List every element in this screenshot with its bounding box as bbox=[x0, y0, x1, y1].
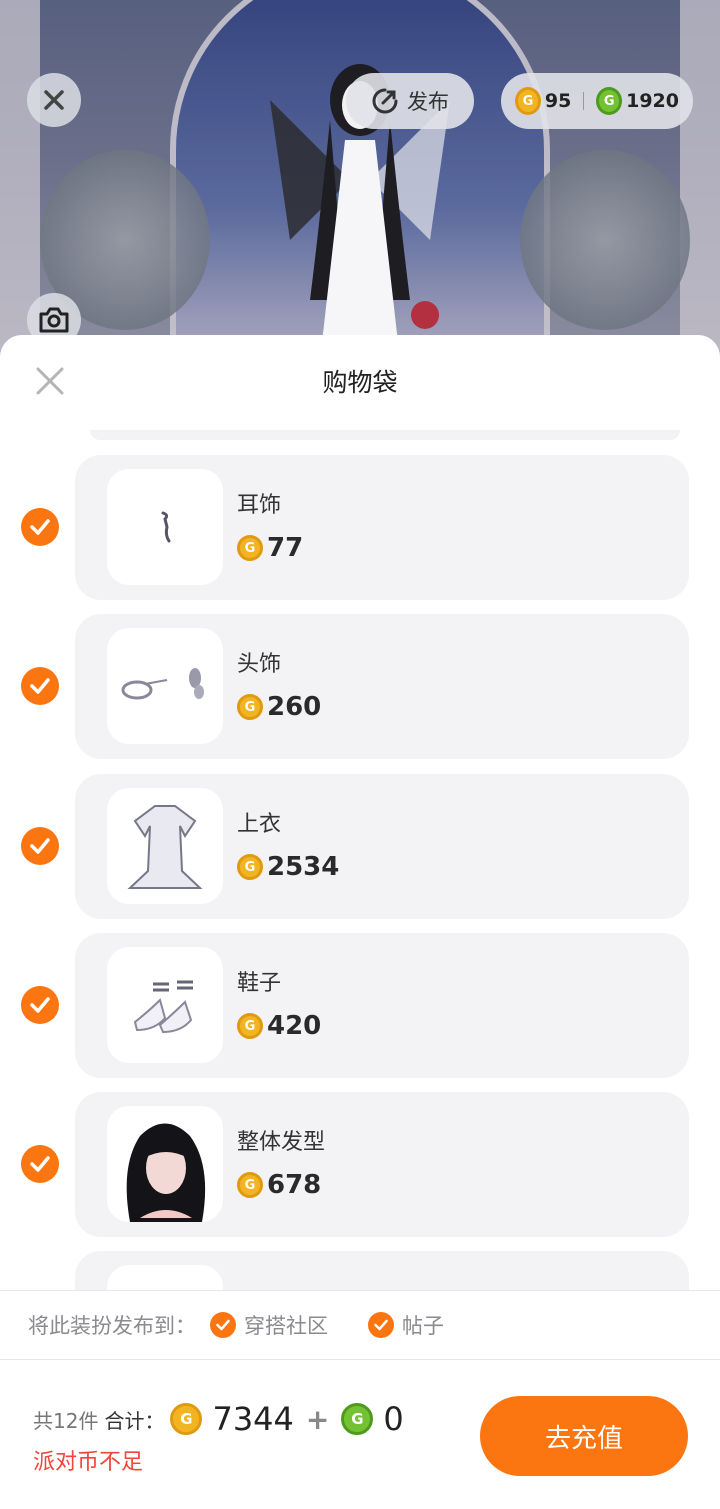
check-icon bbox=[30, 519, 50, 535]
item-price: G 420 bbox=[237, 1011, 321, 1041]
list-item: 上衣 G 2534 bbox=[0, 774, 720, 919]
item-price-value: 260 bbox=[267, 692, 322, 722]
item-thumbnail-hairstyle bbox=[107, 1106, 223, 1222]
item-price-value: 77 bbox=[267, 533, 304, 563]
green-balance: 1920 bbox=[626, 90, 679, 112]
check-icon bbox=[30, 997, 50, 1013]
item-name: 上衣 bbox=[237, 812, 282, 837]
list-item-partial bbox=[0, 1251, 720, 1290]
item-thumbnail-earring bbox=[107, 469, 223, 585]
item-checkbox[interactable] bbox=[21, 1145, 59, 1183]
item-count: 共12件 bbox=[33, 1408, 99, 1433]
sheet-title: 购物袋 bbox=[322, 368, 398, 397]
green-total: 0 bbox=[383, 1400, 404, 1438]
item-checkbox[interactable] bbox=[21, 508, 59, 546]
gold-coin-icon: G bbox=[237, 694, 263, 720]
order-summary: 共12件 合计： G 7344 + G 0 bbox=[33, 1400, 404, 1438]
item-price: G 678 bbox=[237, 1170, 321, 1200]
shopping-bag-sheet: 购物袋 耳饰 G 77 头饰 G 260 上衣 G 2534 鞋子 G 420 … bbox=[0, 335, 720, 1509]
item-thumbnail bbox=[107, 1265, 223, 1290]
publish-option-label: 帖子 bbox=[402, 1314, 444, 1338]
checkout-footer: 共12件 合计： G 7344 + G 0 派对币不足 去充值 bbox=[0, 1360, 720, 1509]
check-icon bbox=[368, 1312, 394, 1338]
item-card[interactable]: 整体发型 G 678 bbox=[75, 1092, 689, 1237]
item-name: 鞋子 bbox=[237, 971, 282, 996]
item-card[interactable]: 耳饰 G 77 bbox=[75, 455, 689, 600]
check-icon bbox=[30, 838, 50, 854]
publish-option-label: 穿搭社区 bbox=[244, 1314, 328, 1338]
avatar-scene: 发布 G 95 G 1920 bbox=[0, 0, 720, 360]
gold-balance: 95 bbox=[544, 90, 572, 112]
gold-coin-icon: G bbox=[237, 535, 263, 561]
gold-coin-icon: G bbox=[170, 1403, 203, 1435]
item-card bbox=[75, 1251, 689, 1290]
list-item: 整体发型 G 678 bbox=[0, 1092, 720, 1237]
check-icon bbox=[210, 1312, 236, 1338]
item-checkbox[interactable] bbox=[21, 827, 59, 865]
item-card[interactable]: 头饰 G 260 bbox=[75, 614, 689, 759]
gold-coin-icon: G bbox=[237, 854, 263, 880]
item-thumbnail-headpiece bbox=[107, 628, 223, 744]
item-checkbox[interactable] bbox=[21, 986, 59, 1024]
insufficient-funds-warning: 派对币不足 bbox=[33, 1450, 144, 1475]
currency-divider bbox=[583, 92, 585, 110]
item-price: G 77 bbox=[237, 533, 303, 563]
item-price-value: 2534 bbox=[267, 852, 340, 882]
item-name: 耳饰 bbox=[237, 493, 282, 518]
check-icon bbox=[30, 678, 50, 694]
scene-flowers-right bbox=[520, 150, 690, 330]
publish-button[interactable]: 发布 bbox=[346, 73, 474, 129]
publish-option-community[interactable]: 穿搭社区 bbox=[210, 1310, 328, 1340]
publish-label: 发布 bbox=[407, 90, 449, 114]
gold-coin-icon: G bbox=[237, 1013, 263, 1039]
item-thumbnail-top bbox=[107, 788, 223, 904]
gold-coin-icon: G bbox=[515, 87, 541, 115]
list-item: 鞋子 G 420 bbox=[0, 933, 720, 1078]
currency-balance[interactable]: G 95 G 1920 bbox=[501, 73, 693, 129]
check-icon bbox=[30, 1156, 50, 1172]
plus-sign: + bbox=[305, 1402, 330, 1436]
item-thumbnail-shoes bbox=[107, 947, 223, 1063]
publish-option-post[interactable]: 帖子 bbox=[368, 1310, 444, 1340]
list-item-partial bbox=[90, 430, 680, 440]
item-price-value: 420 bbox=[267, 1011, 322, 1041]
item-name: 整体发型 bbox=[237, 1130, 326, 1155]
recharge-button[interactable]: 去充值 bbox=[480, 1396, 688, 1476]
publish-targets-row: 将此装扮发布到： 穿搭社区 帖子 bbox=[0, 1290, 720, 1360]
list-item: 耳饰 G 77 bbox=[0, 455, 720, 600]
gold-coin-icon: G bbox=[237, 1172, 263, 1198]
close-button[interactable] bbox=[27, 73, 81, 127]
item-list[interactable]: 耳饰 G 77 头饰 G 260 上衣 G 2534 鞋子 G 420 整体发型… bbox=[0, 430, 720, 1290]
camera-icon bbox=[39, 307, 69, 333]
item-price-value: 678 bbox=[267, 1170, 322, 1200]
green-coin-icon: G bbox=[341, 1403, 374, 1435]
item-price: G 2534 bbox=[237, 852, 339, 882]
item-card[interactable]: 上衣 G 2534 bbox=[75, 774, 689, 919]
scene-pillar-right bbox=[680, 0, 720, 360]
publish-icon bbox=[372, 88, 398, 114]
sum-label: 合计： bbox=[104, 1408, 165, 1433]
item-checkbox[interactable] bbox=[21, 667, 59, 705]
close-icon bbox=[44, 90, 64, 110]
list-item: 头饰 G 260 bbox=[0, 614, 720, 759]
item-name: 头饰 bbox=[237, 652, 282, 677]
green-coin-icon: G bbox=[596, 87, 623, 115]
item-card[interactable]: 鞋子 G 420 bbox=[75, 933, 689, 1078]
gold-total: 7344 bbox=[212, 1400, 294, 1438]
item-price: G 260 bbox=[237, 692, 321, 722]
publish-targets-label: 将此装扮发布到： bbox=[28, 1314, 196, 1338]
